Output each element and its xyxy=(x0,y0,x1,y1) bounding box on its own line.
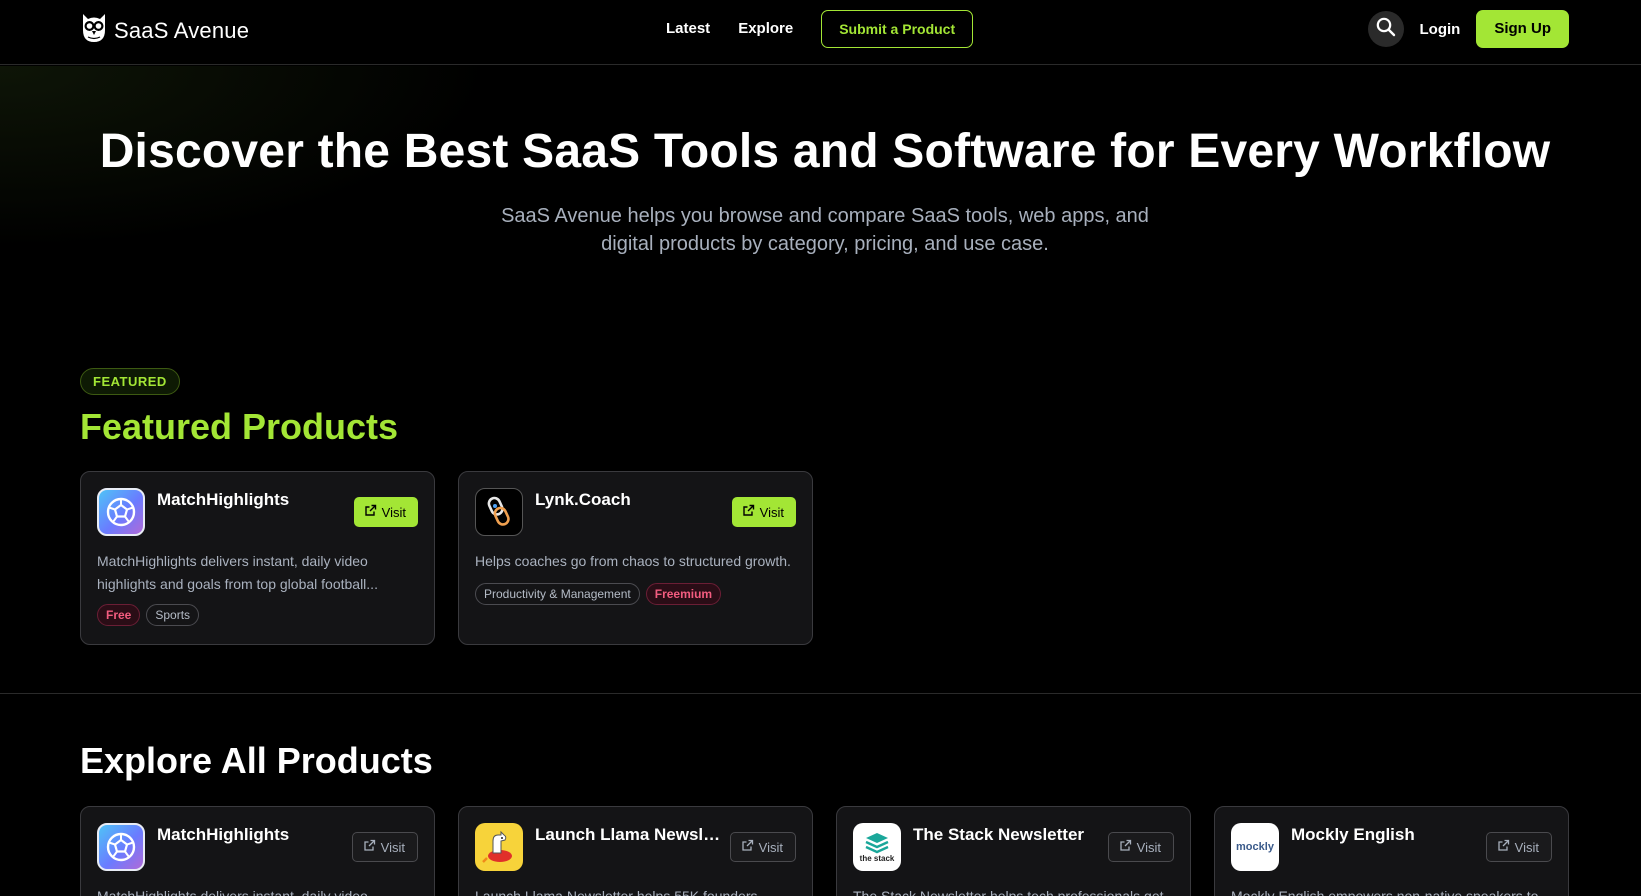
visit-label: Visit xyxy=(758,839,783,855)
visit-button[interactable]: Visit xyxy=(1485,832,1552,862)
visit-button[interactable]: Visit xyxy=(1107,832,1174,862)
featured-card-lynk-coach[interactable]: Lynk.Coach Visit Helps coaches go from c… xyxy=(458,471,813,645)
product-description: MatchHighlights delivers instant, daily … xyxy=(97,888,368,896)
product-description: MatchHighlights delivers instant, daily … xyxy=(97,550,419,596)
product-description: Launch Llama Newsletter helps 55K founde… xyxy=(475,888,758,896)
hero-subtitle-line-1: SaaS Avenue helps you browse and compare… xyxy=(501,205,1149,227)
explore-card-the-stack-newsletter[interactable]: the stack The Stack Newsletter Visit The… xyxy=(836,806,1191,896)
search-button[interactable] xyxy=(1367,11,1404,47)
featured-card-matchhighlights[interactable]: MatchHighlights Visit MatchHighlights de… xyxy=(80,471,435,645)
product-description: Helps coaches go from chaos to structure… xyxy=(475,550,797,573)
tag-list: Free Sports xyxy=(97,604,200,626)
pricing-tag[interactable]: Free xyxy=(97,604,141,626)
description-line-1: MatchHighlights delivers instant, daily … xyxy=(97,553,368,569)
featured-badge: FEATURED xyxy=(80,368,180,395)
chain-link-icon xyxy=(475,488,523,536)
product-name[interactable]: The Stack Newsletter xyxy=(913,825,1084,845)
visit-label: Visit xyxy=(381,504,406,520)
llama-rocket-icon xyxy=(475,823,523,871)
the-stack-logo-icon: the stack xyxy=(853,823,901,871)
product-description: The Stack Newsletter helps tech professi… xyxy=(853,888,1164,896)
tag-list: Productivity & Management Freemium xyxy=(475,583,722,605)
login-link[interactable]: Login xyxy=(1420,21,1461,38)
submit-product-button[interactable]: Submit a Product xyxy=(821,10,974,48)
top-navbar: SaaS Avenue Latest Explore Submit a Prod… xyxy=(0,0,1641,65)
logo-text: SaaS Avenue xyxy=(114,17,250,43)
visit-button[interactable]: Visit xyxy=(353,497,418,527)
section-divider xyxy=(0,693,1641,694)
product-name[interactable]: Launch Llama Newsle... xyxy=(535,825,721,845)
visit-button[interactable]: Visit xyxy=(351,832,418,862)
explore-card-mockly-english[interactable]: mockly Mockly English Visit Mockly Engli… xyxy=(1214,806,1569,896)
visit-button[interactable]: Visit xyxy=(729,832,796,862)
soccer-ball-icon xyxy=(97,488,145,536)
product-name[interactable]: Mockly English xyxy=(1291,825,1415,845)
category-tag[interactable]: Sports xyxy=(146,604,200,626)
external-link-icon xyxy=(363,839,376,855)
icon-caption: mockly xyxy=(1236,841,1274,853)
signup-button[interactable]: Sign Up xyxy=(1476,10,1569,48)
product-name[interactable]: Lynk.Coach xyxy=(535,490,631,510)
nav-latest[interactable]: Latest xyxy=(666,10,710,48)
hero-title: Discover the Best SaaS Tools and Softwar… xyxy=(99,125,1551,178)
pricing-tag[interactable]: Freemium xyxy=(645,583,722,605)
external-link-icon xyxy=(1497,839,1510,855)
explore-card-launch-llama[interactable]: Launch Llama Newsle... Visit Launch Llam… xyxy=(458,806,813,896)
explore-section-title: Explore All Products xyxy=(80,740,433,781)
external-link-icon xyxy=(741,839,754,855)
visit-button[interactable]: Visit xyxy=(731,497,796,527)
external-link-icon xyxy=(1119,839,1132,855)
explore-card-matchhighlights[interactable]: MatchHighlights Visit MatchHighlights de… xyxy=(80,806,435,896)
logo[interactable]: SaaS Avenue xyxy=(80,12,249,49)
external-link-icon xyxy=(742,504,755,520)
featured-section-title: Featured Products xyxy=(80,406,399,447)
hero-subtitle: SaaS Avenue helps you browse and compare… xyxy=(0,202,1641,258)
search-icon xyxy=(1376,17,1396,42)
category-tag[interactable]: Productivity & Management xyxy=(475,583,640,605)
icon-caption: the stack xyxy=(859,853,895,863)
owl-logo-icon xyxy=(80,12,108,49)
description-line-2: highlights and goals from top global foo… xyxy=(97,576,378,592)
header-actions: Login Sign Up xyxy=(1367,10,1569,48)
description-line-1: Helps coaches go from chaos to structure… xyxy=(475,553,791,569)
product-name[interactable]: MatchHighlights xyxy=(157,825,289,845)
hero-subtitle-line-2: digital products by category, pricing, a… xyxy=(601,233,1049,255)
product-name[interactable]: MatchHighlights xyxy=(157,490,289,510)
visit-label: Visit xyxy=(1514,839,1539,855)
product-description: Mockly English empowers non-native speak… xyxy=(1231,888,1539,896)
visit-label: Visit xyxy=(380,839,405,855)
visit-label: Visit xyxy=(1136,839,1161,855)
main-nav: Latest Explore Submit a Product xyxy=(666,10,974,48)
nav-explore[interactable]: Explore xyxy=(738,10,793,48)
visit-label: Visit xyxy=(759,504,784,520)
soccer-ball-icon xyxy=(97,823,145,871)
external-link-icon xyxy=(364,504,377,520)
mockly-logo-icon: mockly xyxy=(1231,823,1279,871)
